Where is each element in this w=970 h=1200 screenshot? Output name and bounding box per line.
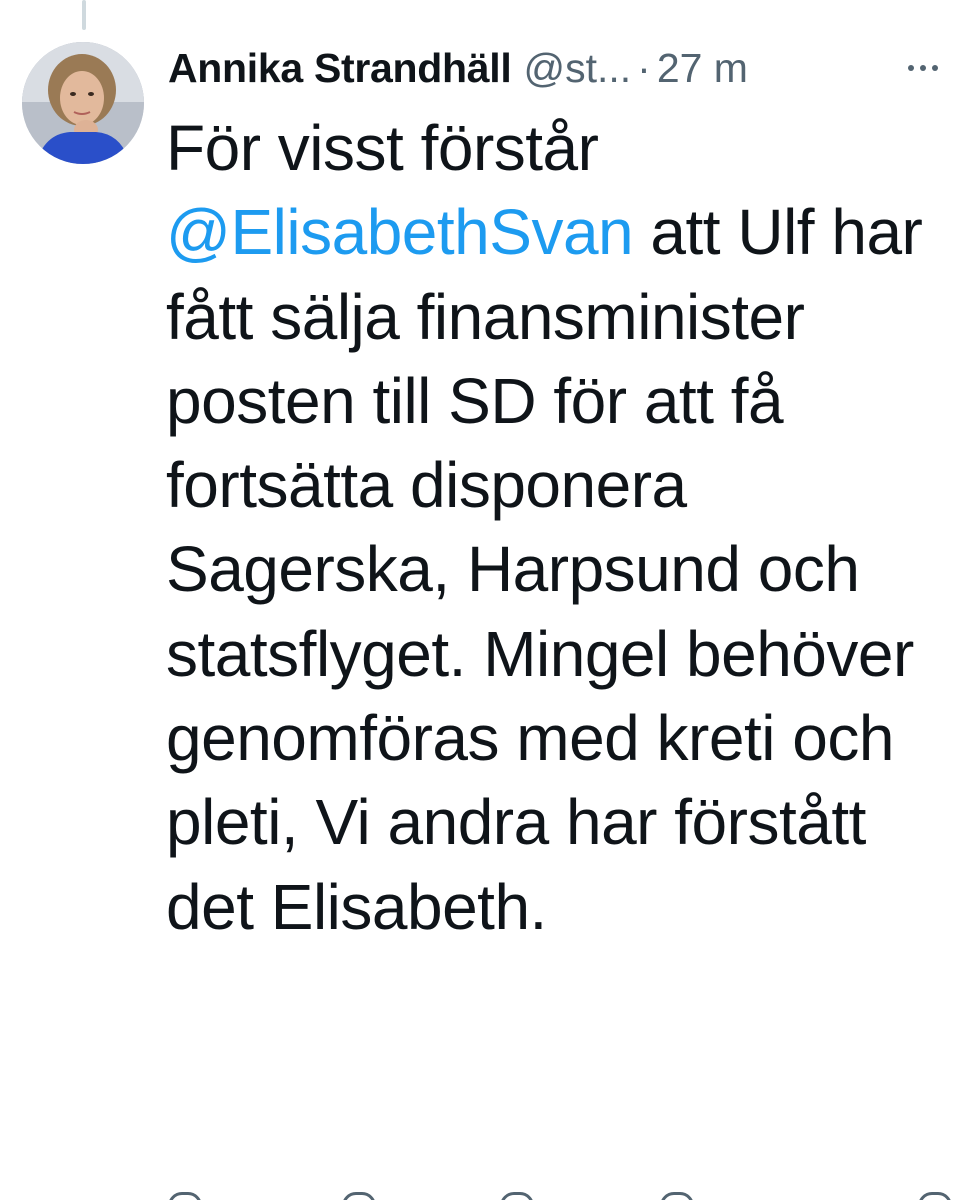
more-dot	[932, 65, 938, 71]
author-avatar[interactable]	[22, 42, 144, 164]
tweet-text-segment: För visst förstår	[166, 112, 599, 184]
tweet-header: Annika Strandhäll @st... · 27 m	[168, 40, 958, 96]
tweet-action-bar	[166, 1188, 956, 1200]
tweet-text-segment: att Ulf har fått sälja finansminister po…	[166, 196, 923, 943]
tweet-timestamp[interactable]: 27 m	[657, 40, 748, 96]
like-icon[interactable]	[500, 1192, 534, 1200]
views-icon[interactable]	[660, 1192, 694, 1200]
reply-icon[interactable]	[168, 1192, 202, 1200]
author-handle[interactable]: @st...	[523, 40, 631, 96]
more-dot	[908, 65, 914, 71]
author-display-name[interactable]: Annika Strandhäll	[168, 40, 512, 96]
share-icon[interactable]	[918, 1192, 952, 1200]
retweet-icon[interactable]	[342, 1192, 376, 1200]
thread-connector-line	[82, 0, 86, 30]
tweet-body: För visst förstår @ElisabethSvan att Ulf…	[166, 106, 956, 949]
more-dot	[920, 65, 926, 71]
header-separator: ·	[637, 45, 651, 91]
avatar-photo	[22, 42, 144, 164]
more-horizontal-icon[interactable]	[908, 53, 938, 83]
mention-link[interactable]: @ElisabethSvan	[166, 196, 634, 268]
